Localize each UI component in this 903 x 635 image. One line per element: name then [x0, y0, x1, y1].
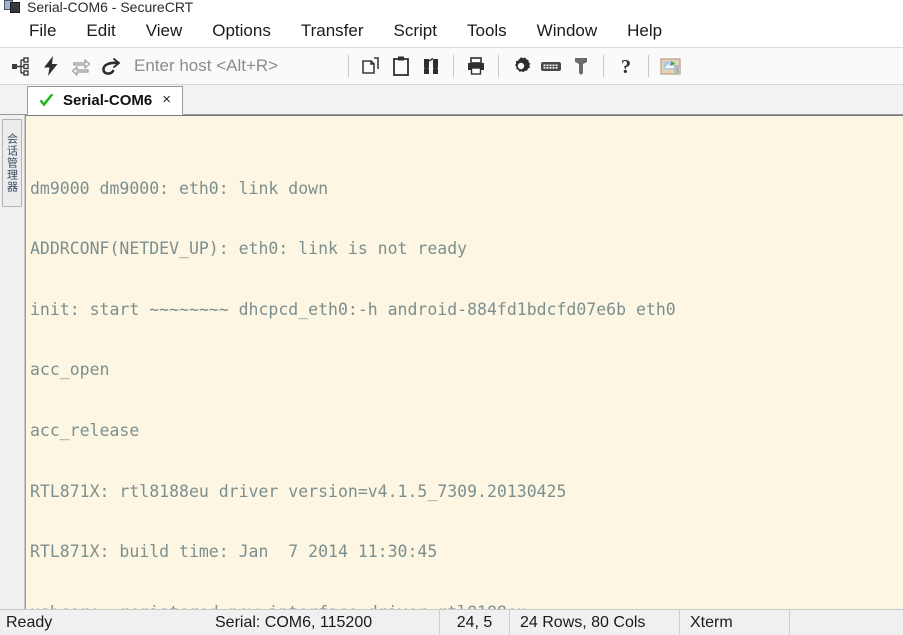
reconnect-icon[interactable] [66, 51, 96, 81]
status-emulation: Xterm [680, 609, 790, 635]
terminal-line: RTL871X: build time: Jan 7 2014 11:30:45 [30, 542, 438, 562]
terminal-line: init: start ~~~~~~~~ dhcpcd_eth0:-h andr… [30, 299, 676, 319]
securecrt-window: Serial-COM6 - SecureCRT File Edit View O… [0, 0, 903, 635]
window-title: Serial-COM6 - SecureCRT [27, 0, 194, 14]
host-input[interactable]: Enter host <Alt+R> [126, 54, 341, 78]
status-connection: Serial: COM6, 115200 [215, 609, 440, 635]
terminal-line: acc_open [30, 360, 110, 380]
toolbar-separator-2 [453, 55, 454, 77]
paste-icon[interactable] [386, 51, 416, 81]
toolbar-separator-1 [348, 55, 349, 77]
terminal-pane[interactable]: dm9000 dm9000: eth0: link down ADDRCONF(… [25, 115, 903, 609]
terminal-line: RTL871X: rtl8188eu driver version=v4.1.5… [30, 481, 567, 501]
terminal-output: dm9000 dm9000: eth0: link down ADDRCONF(… [26, 116, 903, 609]
tab-label: Serial-COM6 [63, 92, 153, 109]
terminal-line: dm9000 dm9000: eth0: link down [30, 178, 329, 198]
help-icon[interactable]: ? [611, 51, 641, 81]
status-cursor-position: 24, 5 [440, 609, 510, 635]
tab-close-icon[interactable]: × [160, 92, 173, 109]
menu-file[interactable]: File [14, 19, 71, 43]
menu-window[interactable]: Window [522, 19, 612, 43]
status-spacer [790, 610, 903, 635]
menu-view[interactable]: View [131, 19, 198, 43]
session-manager-tab-label: 会话管理器 [5, 133, 19, 193]
session-manager-strip: 会话管理器 [0, 115, 25, 609]
toolbar-separator-5 [648, 55, 649, 77]
terminal-line: ADDRCONF(NETDEV_UP): eth0: link is not r… [30, 239, 468, 259]
copy-icon[interactable] [356, 51, 386, 81]
securecrt-icon [4, 0, 21, 14]
quick-connect-icon[interactable] [36, 51, 66, 81]
terminal-line: acc_release [30, 420, 140, 440]
session-manager-tab[interactable]: 会话管理器 [2, 119, 22, 207]
status-ready: Ready [6, 613, 53, 631]
find-icon[interactable] [416, 51, 446, 81]
gear-icon[interactable] [506, 51, 536, 81]
menu-edit[interactable]: Edit [71, 19, 130, 43]
title-bar: Serial-COM6 - SecureCRT [0, 0, 903, 14]
green-check-icon [38, 93, 55, 109]
tab-strip: Serial-COM6 × [0, 85, 903, 115]
key-icon[interactable] [566, 51, 596, 81]
main-area: 会话管理器 dm9000 dm9000: eth0: link down ADD… [0, 115, 903, 609]
tab-serial-com6[interactable]: Serial-COM6 × [27, 86, 183, 115]
menu-script[interactable]: Script [379, 19, 452, 43]
status-bar: Ready Serial: COM6, 115200 24, 5 24 Rows… [0, 609, 903, 635]
session-manager-icon[interactable] [656, 51, 686, 81]
connect-icon[interactable] [6, 51, 36, 81]
menu-tools[interactable]: Tools [452, 19, 522, 43]
keyboard-icon[interactable] [536, 51, 566, 81]
menu-options[interactable]: Options [197, 19, 286, 43]
tool-bar: Enter host <Alt+R> ? [0, 48, 903, 85]
svg-text:?: ? [621, 56, 631, 77]
status-screen-size: 24 Rows, 80 Cols [510, 609, 680, 635]
toolbar-separator-4 [603, 55, 604, 77]
menu-transfer[interactable]: Transfer [286, 19, 379, 43]
menu-help[interactable]: Help [612, 19, 677, 43]
toolbar-separator-3 [498, 55, 499, 77]
menu-bar: File Edit View Options Transfer Script T… [0, 14, 903, 48]
terminal-line: usbcore: registered new interface driver… [30, 603, 903, 609]
print-icon[interactable] [461, 51, 491, 81]
disconnect-icon[interactable] [96, 51, 126, 81]
